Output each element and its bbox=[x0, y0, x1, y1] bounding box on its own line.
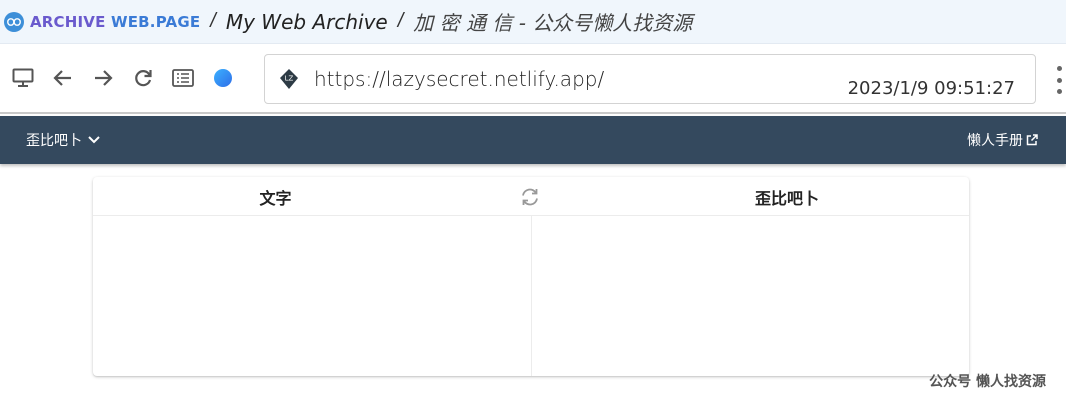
breadcrumb-separator: / bbox=[397, 10, 404, 32]
netlify-site-icon: LZ bbox=[280, 69, 298, 89]
target-language[interactable]: 歪比吧卜 bbox=[605, 177, 969, 216]
cipher-dropdown[interactable]: 歪比吧卜 bbox=[26, 130, 100, 150]
globe-dot-icon[interactable] bbox=[208, 63, 238, 93]
source-language[interactable]: 文字 bbox=[93, 177, 458, 216]
manual-link[interactable]: 懒人手册 bbox=[967, 130, 1038, 150]
monitor-icon[interactable] bbox=[8, 63, 38, 93]
translation-panes bbox=[93, 216, 969, 376]
capture-timestamp: 2023/1/9 09:51:27 bbox=[831, 78, 1015, 99]
archive-brand[interactable]: ARCHIVE WEB.PAGE bbox=[30, 13, 200, 31]
browser-toolbar: LZ https://lazysecret.netlify.app/ 2023/… bbox=[0, 44, 1066, 114]
page-title: 加 密 通 信 - 公众号懒人找资源 bbox=[413, 11, 693, 35]
back-arrow-icon[interactable] bbox=[48, 63, 78, 93]
archive-logo-icon[interactable] bbox=[4, 11, 24, 32]
breadcrumb-separator: / bbox=[210, 10, 216, 32]
swap-icon[interactable] bbox=[519, 186, 541, 208]
cipher-dropdown-label: 歪比吧卜 bbox=[26, 132, 82, 148]
target-text-output[interactable] bbox=[531, 216, 969, 376]
language-header: 文字 歪比吧卜 bbox=[93, 177, 969, 216]
forward-arrow-icon[interactable] bbox=[88, 63, 118, 93]
app-navbar: 歪比吧卜 懒人手册 bbox=[0, 116, 1066, 164]
svg-text:LZ: LZ bbox=[285, 75, 294, 83]
manual-link-label: 懒人手册 bbox=[967, 132, 1023, 148]
list-icon[interactable] bbox=[168, 63, 198, 93]
watermark-text: 公众号 懒人找资源 bbox=[929, 374, 1046, 390]
external-link-icon bbox=[1026, 134, 1038, 146]
source-text-input[interactable] bbox=[93, 216, 531, 376]
address-bar[interactable]: LZ https://lazysecret.netlify.app/ 2023/… bbox=[264, 54, 1036, 104]
collection-title[interactable]: My Web Archive bbox=[226, 10, 388, 34]
more-menu-icon[interactable] bbox=[1052, 66, 1066, 94]
target-pane bbox=[530, 216, 969, 376]
chevron-down-icon bbox=[88, 136, 100, 144]
reload-icon[interactable] bbox=[128, 63, 158, 93]
translator-card: 文字 歪比吧卜 bbox=[93, 177, 969, 376]
url-text[interactable]: https://lazysecret.netlify.app/ bbox=[314, 67, 604, 91]
archive-header: ARCHIVE WEB.PAGE / My Web Archive / 加 密 … bbox=[0, 0, 1066, 44]
source-pane bbox=[93, 216, 531, 376]
